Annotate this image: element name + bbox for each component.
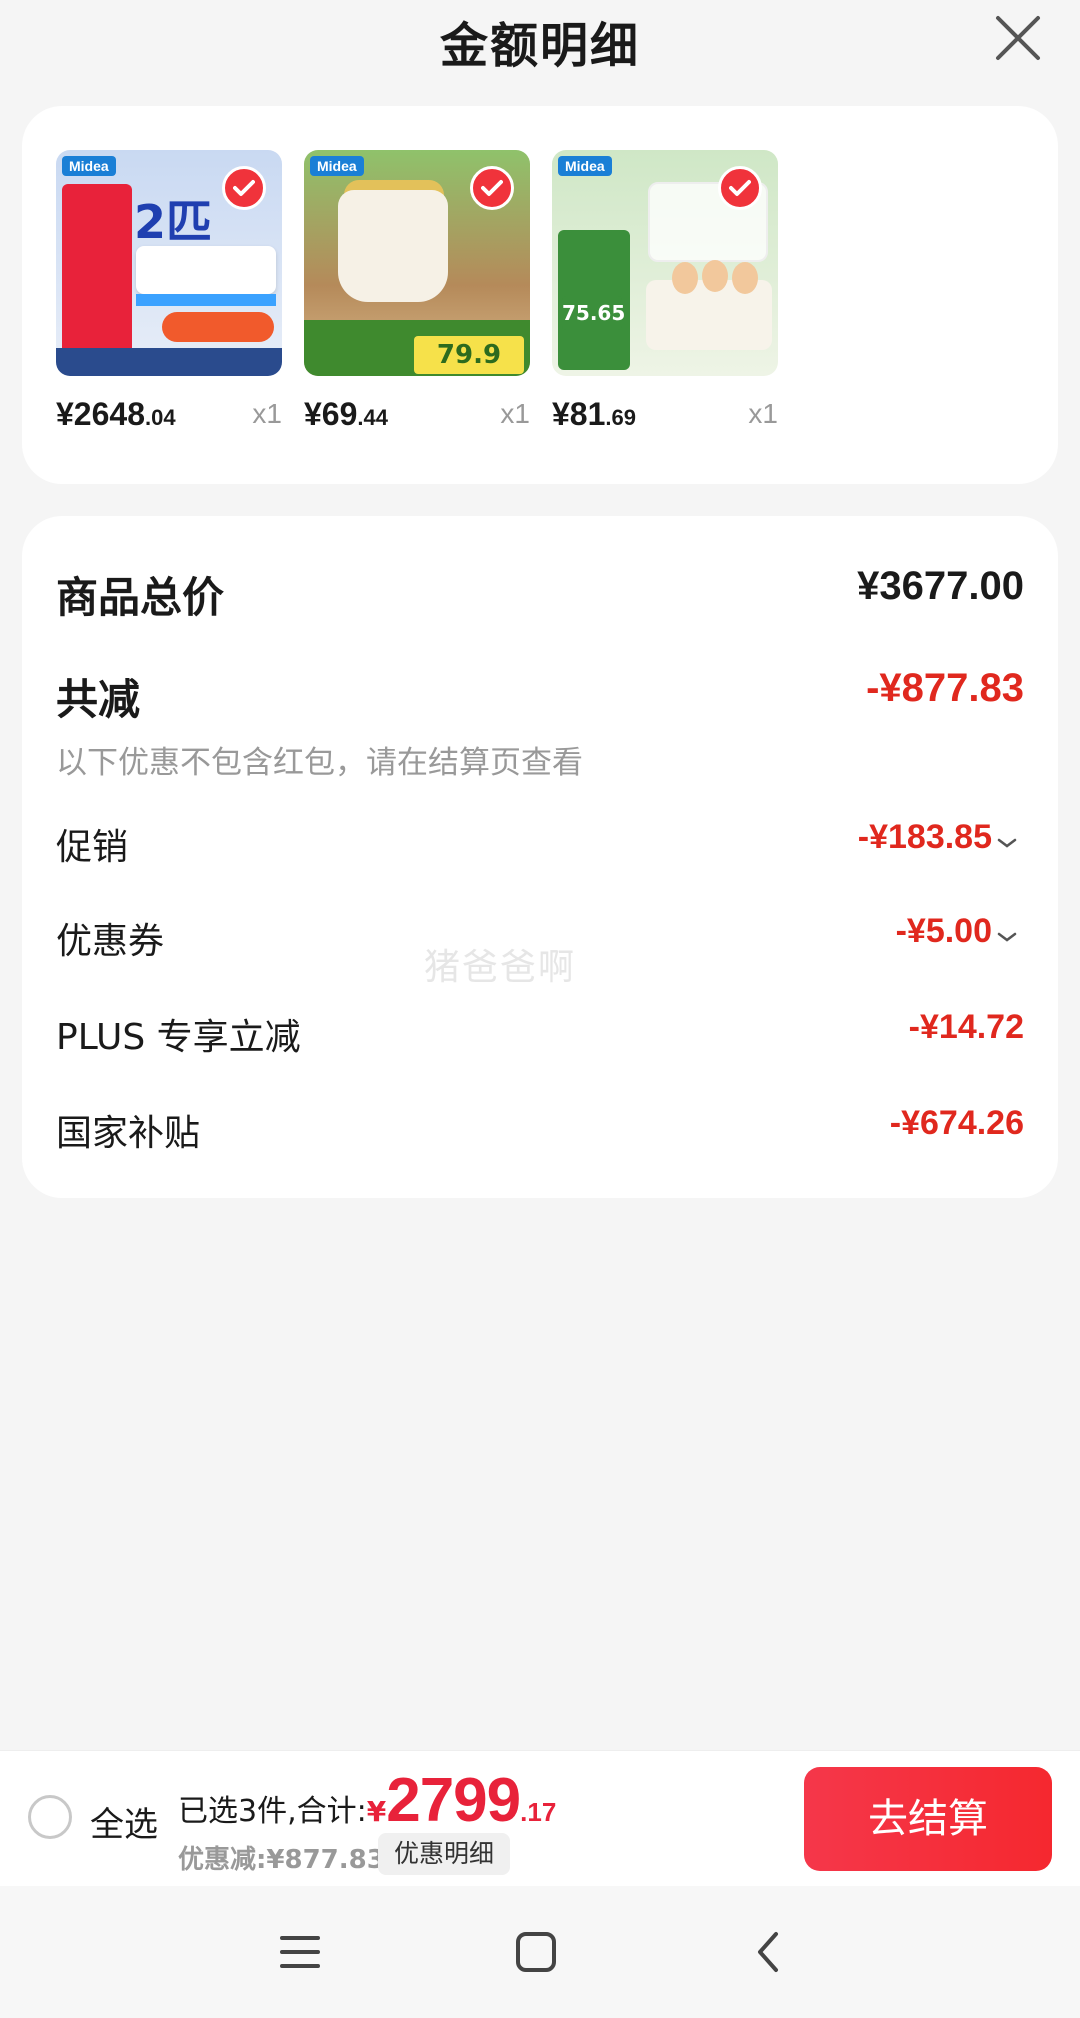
product-price: ¥69.44 (304, 396, 388, 432)
back-icon[interactable] (752, 1930, 784, 1978)
discount-value: -¥183.85 (858, 818, 1018, 859)
reduce-label: 共减 (56, 675, 141, 724)
selected-check-icon[interactable] (470, 166, 514, 210)
product-image[interactable]: 75.65 Midea (552, 150, 778, 376)
chevron-down-icon[interactable] (996, 914, 1018, 953)
discount-label: 促销 (56, 827, 129, 868)
chevron-down-icon[interactable] (996, 820, 1018, 859)
total-label: 商品总价 (56, 573, 225, 622)
discount-label: 国家补贴 (56, 1113, 201, 1154)
discount-label: 优惠券 (56, 921, 165, 962)
close-icon[interactable] (992, 12, 1044, 64)
reduce-row: 共减 -¥877.83 以下优惠不包含红包，请在结算页查看 (56, 666, 1024, 782)
product-qty: x1 (500, 398, 530, 429)
select-all-radio[interactable] (28, 1795, 72, 1839)
page-title: 金额明细 (439, 18, 640, 74)
discount-detail-button[interactable]: 优惠明细 (378, 1833, 511, 1875)
total-value: ¥3677.00 (857, 564, 1024, 608)
product-image[interactable]: 2匹 Midea (56, 150, 282, 376)
products-card: 2匹 Midea ¥2648.04 x1 79.9 Midea ¥69.44 x… (22, 106, 1058, 484)
reduce-value: -¥877.83 (866, 666, 1024, 710)
select-all-label[interactable]: 全选 (90, 1797, 158, 1846)
brand-logo: Midea (558, 156, 612, 176)
brand-logo: Midea (310, 156, 364, 176)
product-price: ¥2648.04 (56, 396, 176, 432)
discount-row-plus: PLUS 专享立减 -¥14.72 (56, 1008, 1024, 1060)
selected-check-icon[interactable] (718, 166, 762, 210)
product-qty: x1 (252, 398, 282, 429)
brand-logo: Midea (62, 156, 116, 176)
product-price: ¥81.69 (552, 396, 636, 432)
system-nav-bar (0, 1886, 1080, 2018)
checkout-bar: 全选 已选3件,合计:¥2799.17 优惠减:¥877.83 优惠明细 去结算 (0, 1750, 1080, 1886)
menu-icon[interactable] (280, 1934, 320, 1974)
discount-value: -¥5.00 (896, 912, 1018, 953)
checkout-button[interactable]: 去结算 (804, 1767, 1052, 1871)
product-image[interactable]: 79.9 Midea (304, 150, 530, 376)
discount-label: PLUS 专享立减 (56, 1017, 301, 1058)
total-row: 商品总价 ¥3677.00 (56, 564, 1024, 625)
header: 金额明细 (0, 0, 1080, 80)
price-summary-card: 商品总价 ¥3677.00 共减 -¥877.83 以下优惠不包含红包，请在结算… (22, 516, 1058, 1198)
discount-summary: 优惠减:¥877.83 (178, 1845, 385, 1875)
discount-value: -¥14.72 (908, 1008, 1024, 1046)
product-item[interactable]: 79.9 Midea ¥69.44 x1 (304, 150, 530, 442)
product-item[interactable]: 75.65 Midea ¥81.69 x1 (552, 150, 778, 442)
reduce-note: 以下优惠不包含红包，请在结算页查看 (56, 745, 583, 781)
product-item[interactable]: 2匹 Midea ¥2648.04 x1 (56, 150, 282, 442)
product-qty: x1 (748, 398, 778, 429)
selected-check-icon[interactable] (222, 166, 266, 210)
total-summary: 已选3件,合计:¥2799.17 (178, 1766, 557, 1835)
discount-row-subsidy: 国家补贴 -¥674.26 (56, 1104, 1024, 1156)
discount-row-promotion[interactable]: 促销 -¥183.85 (56, 818, 1024, 870)
home-icon[interactable] (514, 1930, 558, 1978)
discount-value: -¥674.26 (889, 1104, 1024, 1142)
watermark: 猪爸爸啊 (424, 947, 577, 988)
